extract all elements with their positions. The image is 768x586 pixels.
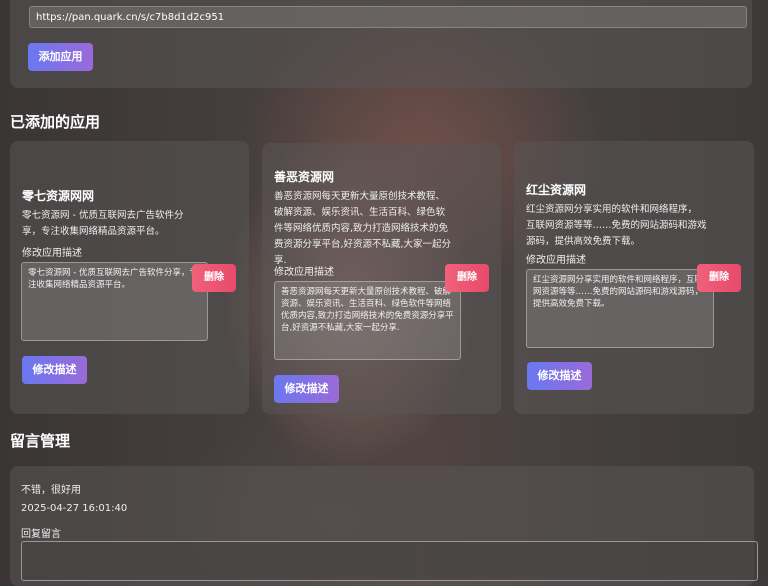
reply-label: 回复留言 bbox=[21, 529, 61, 540]
app-desc-textarea[interactable]: 善恶资源网每天更新大量原创技术教程、破解资源、娱乐资讯、生活百科、绿色软件等网络… bbox=[274, 281, 461, 360]
delete-button[interactable]: 删除 bbox=[697, 264, 741, 292]
edit-desc-label: 修改应用描述 bbox=[526, 255, 586, 266]
app-name: 善恶资源网 bbox=[274, 170, 335, 184]
edit-desc-button[interactable]: 修改描述 bbox=[527, 362, 592, 390]
app-name: 零七资源网网 bbox=[22, 189, 95, 203]
app-desc-textarea[interactable]: 零七资源网 - 优质互联网去广告软件分享，专注收集网络精品资源平台。 bbox=[21, 262, 208, 341]
delete-button[interactable]: 删除 bbox=[192, 264, 236, 292]
reply-textarea[interactable] bbox=[21, 541, 758, 581]
edit-desc-button[interactable]: 修改描述 bbox=[22, 356, 87, 384]
edit-desc-label: 修改应用描述 bbox=[274, 267, 334, 278]
added-apps-title: 已添加的应用 bbox=[10, 113, 101, 131]
app-description: 红尘资源网分享实用的软件和网络程序， 互联网资源等等……免费的网站源码和游戏 源… bbox=[526, 204, 707, 247]
add-app-button[interactable]: 添加应用 bbox=[28, 43, 93, 71]
app-description: 善恶资源网每天更新大量原创技术教程、 破解资源、娱乐资讯、生活百科、绿色软 件等… bbox=[274, 191, 452, 266]
edit-desc-label: 修改应用描述 bbox=[22, 248, 82, 259]
edit-desc-button[interactable]: 修改描述 bbox=[274, 375, 339, 403]
app-description: 零七资源网 - 优质互联网去广告软件分 享，专注收集网络精品资源平台。 bbox=[22, 210, 184, 237]
app-name: 红尘资源网 bbox=[526, 183, 587, 197]
message-text: 不错，很好用 bbox=[21, 485, 81, 496]
message-management-title: 留言管理 bbox=[10, 432, 71, 450]
app-url-input[interactable] bbox=[29, 6, 747, 28]
app-desc-textarea[interactable]: 红尘资源网分享实用的软件和网络程序，互联网资源等等……免费的网站源码和游戏源码，… bbox=[526, 269, 714, 348]
delete-button[interactable]: 删除 bbox=[445, 264, 489, 292]
message-timestamp: 2025-04-27 16:01:40 bbox=[21, 503, 128, 514]
